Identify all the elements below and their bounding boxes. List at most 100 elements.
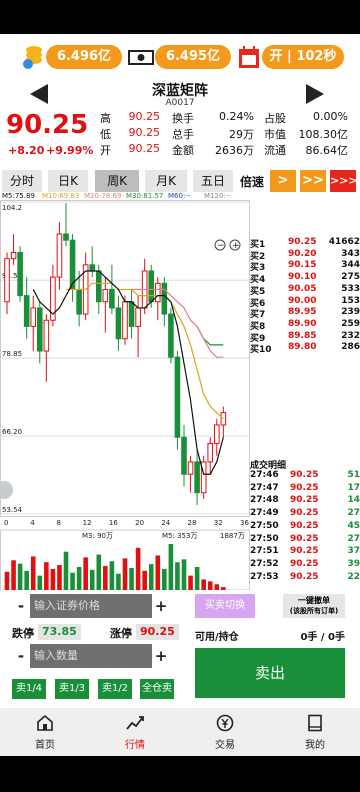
candlestick-chart[interactable]: 104.291.5078.8566.2053.540 4 8 12 16 20 24 28 32… xyxy=(0,200,250,590)
volume-bar xyxy=(63,551,69,590)
orderbook-price: 89.85 xyxy=(288,330,317,341)
speed-1x-button[interactable]: > xyxy=(270,170,296,192)
sell-all-button[interactable]: 全仓卖 xyxy=(140,679,174,699)
qty-plus-button[interactable]: + xyxy=(152,644,170,668)
price-input[interactable]: 输入证券价格 xyxy=(30,594,152,618)
home-icon xyxy=(37,714,53,731)
candle-body xyxy=(56,233,63,278)
limit-up-value[interactable]: 90.25 xyxy=(136,624,179,640)
x-tick-label: 20 xyxy=(135,519,144,527)
orderbook-price: 90.10 xyxy=(288,272,317,283)
candle-body xyxy=(154,282,161,303)
book-icon xyxy=(308,714,322,732)
low-value: 90.25 xyxy=(128,126,161,139)
nav-home-label: 首页 xyxy=(35,740,55,751)
sell-quarter-button[interactable]: 卖1/4 xyxy=(12,679,46,699)
candle-body xyxy=(63,233,69,241)
orderbook-price: 89.80 xyxy=(288,342,317,353)
trade-volume: 17 xyxy=(347,482,360,493)
x-tick-label: 4 xyxy=(30,519,35,527)
quantity-input[interactable]: 输入数量 xyxy=(30,644,152,668)
sell-button[interactable]: 卖出 xyxy=(195,648,345,698)
cancel-all-button[interactable]: 一键撤单 (该股所有订单) xyxy=(283,594,345,618)
total-amount-pill-2: 6.495亿 xyxy=(155,45,231,69)
banknote-icon xyxy=(128,50,154,65)
volume-bar xyxy=(76,567,82,590)
volume-bar xyxy=(188,575,193,590)
trade-price: 90.25 xyxy=(290,571,319,582)
volume-bar xyxy=(207,581,213,590)
share-value: 0.00% xyxy=(313,110,348,123)
candle-body xyxy=(30,307,37,327)
nav-market[interactable]: 行情 xyxy=(90,708,180,756)
tab-intraday[interactable]: 分时 xyxy=(2,170,42,192)
x-tick-label: 16 xyxy=(109,519,118,527)
high-value: 90.25 xyxy=(128,110,161,123)
orderbook-volume: 533 xyxy=(341,283,360,294)
orderbook-volume: 239 xyxy=(341,307,360,318)
trade-volume: 37 xyxy=(347,546,360,557)
candle-body xyxy=(148,270,155,303)
volume-bar xyxy=(103,566,108,590)
yuan-exchange-icon xyxy=(216,714,234,732)
candle-body xyxy=(89,264,96,272)
orderbook-volume: 232 xyxy=(341,330,360,341)
app-screen: 6.496亿 6.495亿 开 | 102秒 深蓝矩阵 A0017 90.25 … xyxy=(0,34,360,756)
sell-third-button[interactable]: 卖1/3 xyxy=(55,679,89,699)
nav-trade[interactable]: 交易 xyxy=(180,708,270,756)
volume-bar xyxy=(162,568,167,590)
price-change-pct: +9.99% xyxy=(46,144,94,157)
candle-body xyxy=(109,288,115,309)
candle-body xyxy=(102,288,109,303)
volume-bar xyxy=(201,579,206,590)
candle-body xyxy=(213,424,220,444)
trade-volume: 45 xyxy=(347,520,360,531)
qty-minus-button[interactable]: - xyxy=(12,644,30,668)
orderbook-volume: 259 xyxy=(341,318,360,329)
price-plus-button[interactable]: + xyxy=(152,594,170,618)
nav-trade-label: 交易 xyxy=(215,740,235,751)
orderbook-price: 89.95 xyxy=(288,307,317,318)
turnover-label: 换手 xyxy=(172,112,194,125)
candle-body xyxy=(95,270,102,303)
volume-bar xyxy=(44,562,49,590)
trade-time: 27:49 xyxy=(250,508,279,519)
share-label: 占股 xyxy=(264,112,286,125)
nav-mine[interactable]: 我的 xyxy=(270,708,360,756)
candle-body xyxy=(4,258,10,303)
current-price: 90.25 xyxy=(6,110,89,140)
orderbook-price: 90.05 xyxy=(288,283,317,294)
total-shares-label: 总手 xyxy=(172,128,194,141)
buy-sell-switch-button[interactable]: 买卖切换 xyxy=(195,594,255,618)
volume-bar xyxy=(11,560,16,590)
tab-monthly-k[interactable]: 月K xyxy=(145,170,187,192)
volume-bar xyxy=(57,565,62,590)
price-minus-button[interactable]: - xyxy=(12,594,30,618)
trade-time: 27:51 xyxy=(250,546,279,557)
nav-home[interactable]: 首页 xyxy=(0,708,90,756)
candle-body xyxy=(161,282,168,315)
amount-label: 金额 xyxy=(172,144,194,157)
trade-volume: 22 xyxy=(347,571,360,582)
speed-2x-button[interactable]: >> xyxy=(300,170,326,192)
volume-bar xyxy=(37,575,43,590)
tab-daily-k[interactable]: 日K xyxy=(48,170,88,192)
nav-market-label: 行情 xyxy=(125,740,145,751)
zoom-in-label: + xyxy=(232,241,240,251)
stock-code: A0017 xyxy=(165,98,195,108)
speed-3x-button[interactable]: >>> xyxy=(330,170,358,192)
sell-half-button[interactable]: 卖1/2 xyxy=(98,679,132,699)
tab-five-day[interactable]: 五日 xyxy=(193,170,233,192)
volume-bar xyxy=(30,556,36,590)
limit-down-label: 跌停 xyxy=(12,627,34,640)
limit-down-value[interactable]: 73.85 xyxy=(38,624,81,640)
volume-bar xyxy=(148,564,154,590)
candle-body xyxy=(76,288,82,315)
ma20-legend: M20:78.69 xyxy=(84,192,122,200)
ma60-legend: M60:-- xyxy=(168,192,191,200)
candle-body xyxy=(135,307,141,327)
candle-body xyxy=(220,412,227,426)
high-label: 高 xyxy=(100,112,111,125)
tab-weekly-k[interactable]: 周K xyxy=(95,170,139,192)
x-tick-label: 32 xyxy=(214,519,223,527)
